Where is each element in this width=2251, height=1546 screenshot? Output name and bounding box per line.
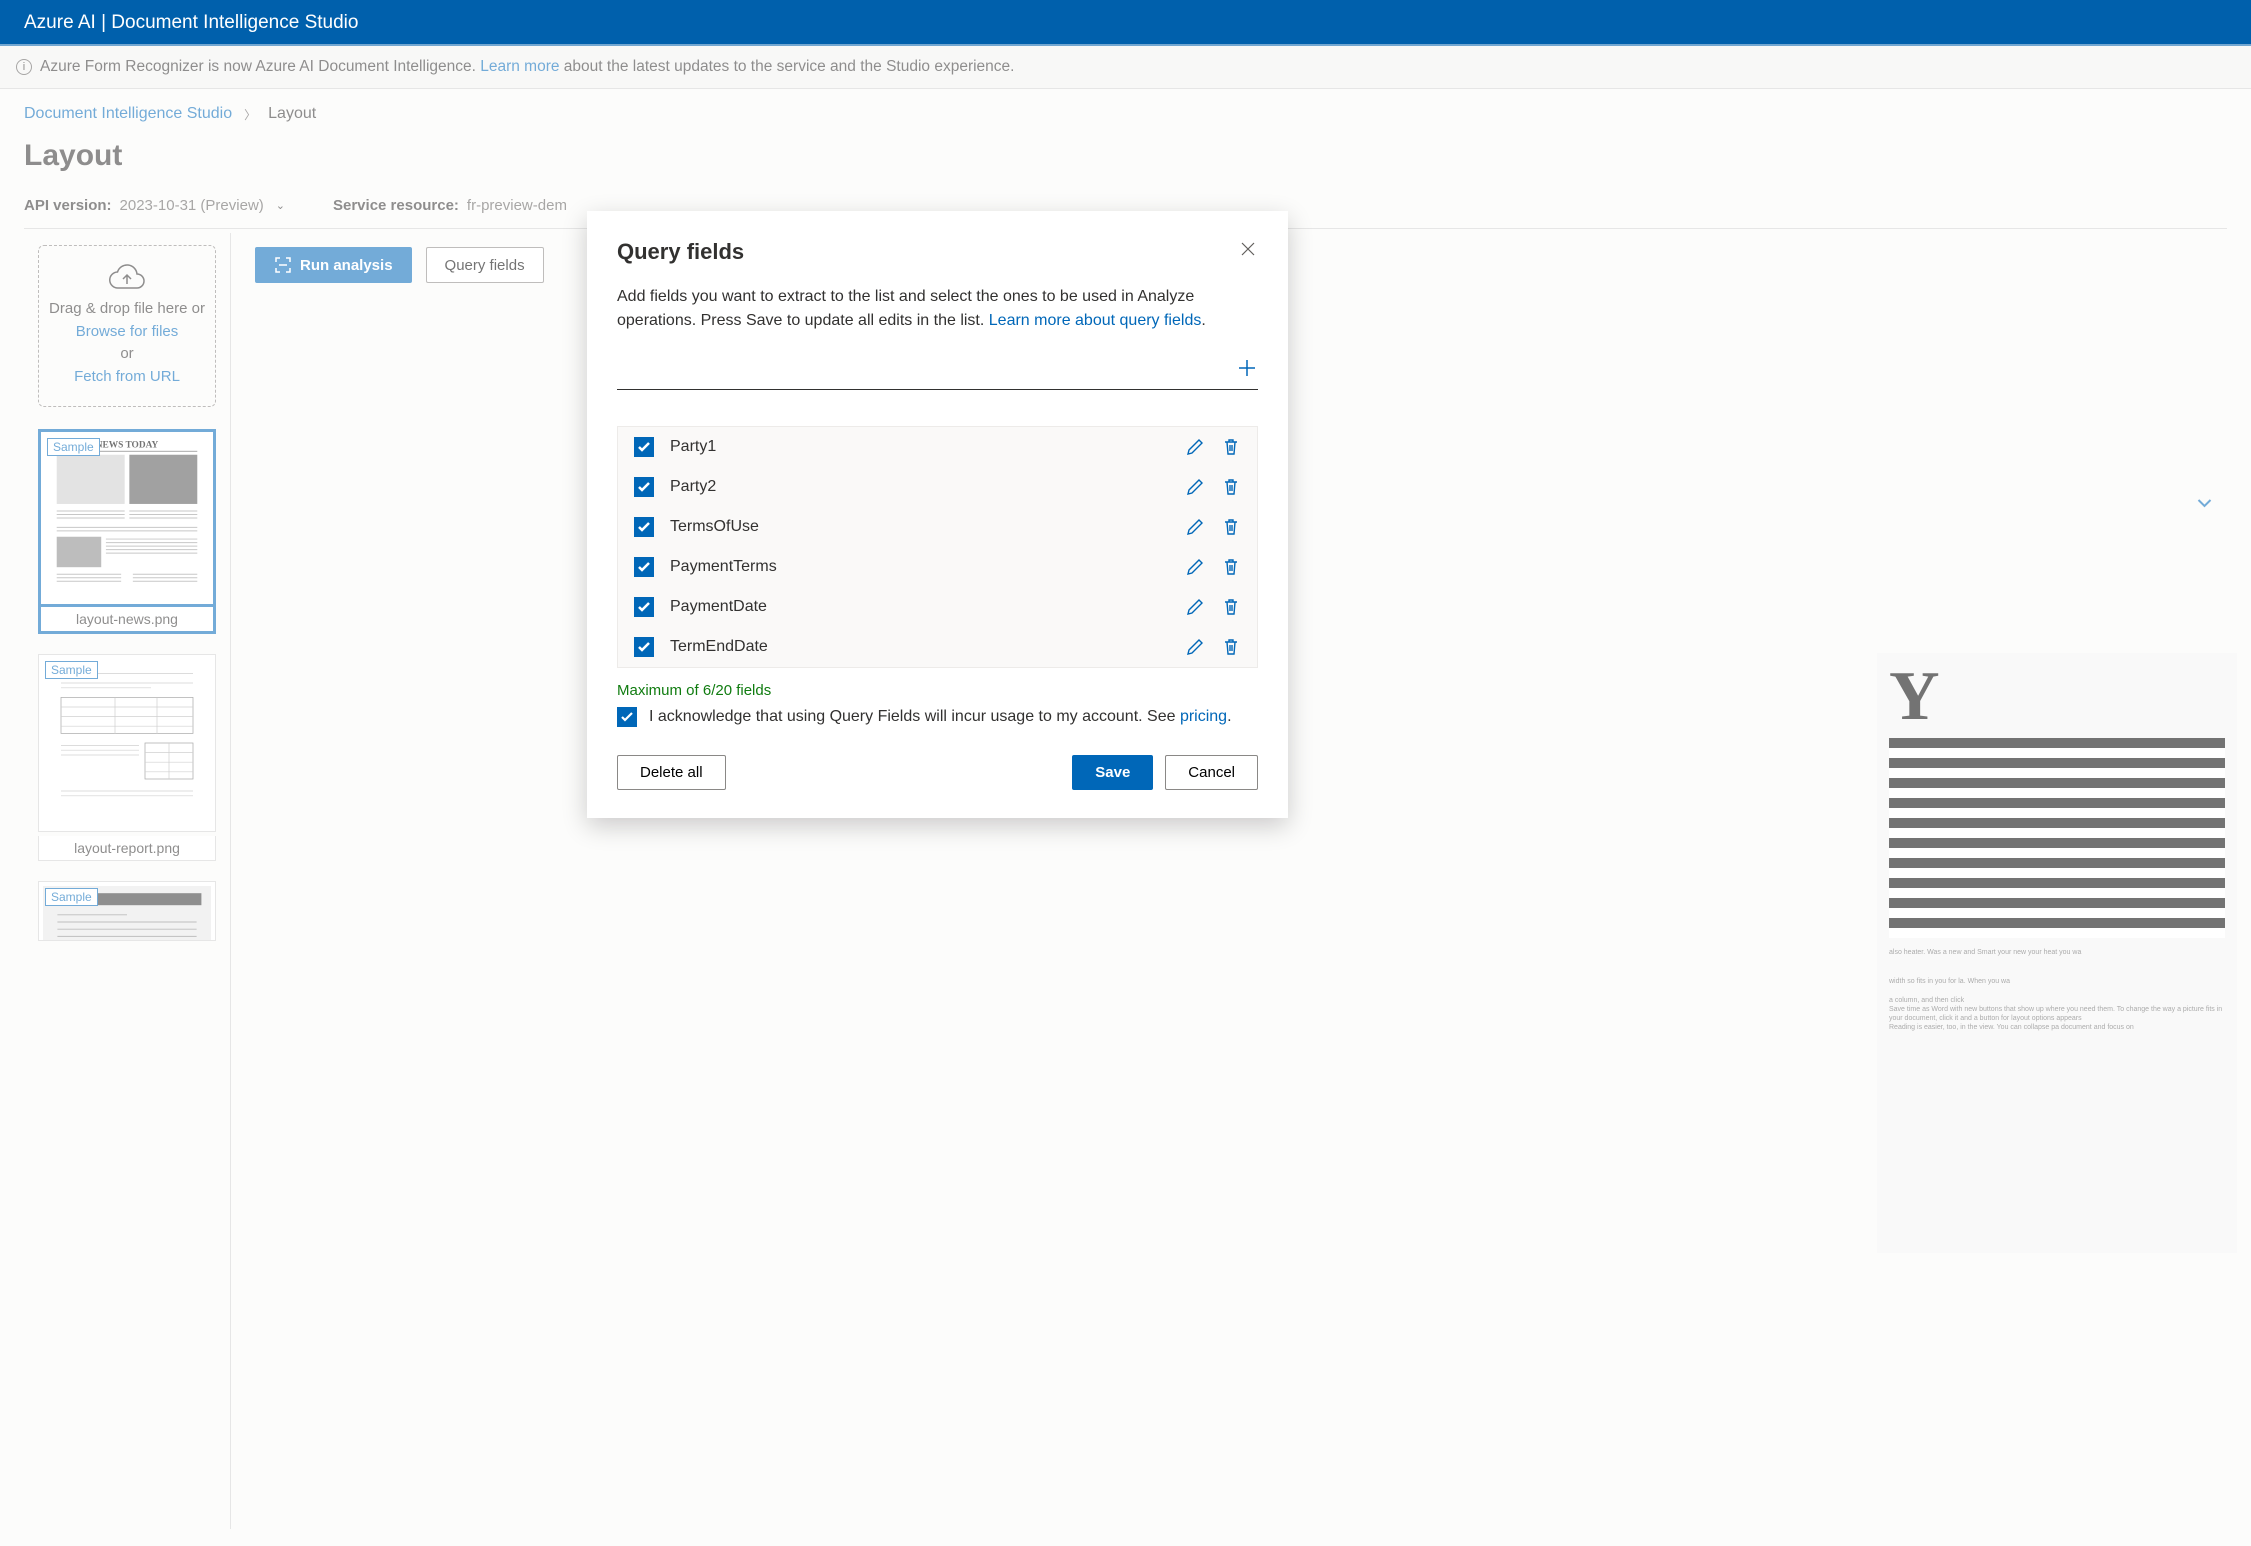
add-field-row	[617, 353, 1258, 390]
delete-icon[interactable]	[1221, 517, 1241, 537]
modal-description: Add fields you want to extract to the li…	[617, 285, 1258, 333]
edit-icon[interactable]	[1185, 597, 1205, 617]
field-checkbox[interactable]	[634, 557, 654, 577]
query-fields-modal: Query fields Add fields you want to extr…	[587, 211, 1288, 818]
edit-icon[interactable]	[1185, 517, 1205, 537]
field-name-label: TermsOfUse	[670, 518, 1169, 536]
close-icon[interactable]	[1238, 239, 1258, 259]
delete-icon[interactable]	[1221, 557, 1241, 577]
field-name-label: Party1	[670, 438, 1169, 456]
field-row: PaymentDate	[618, 587, 1257, 627]
field-checkbox[interactable]	[634, 597, 654, 617]
pricing-link[interactable]: pricing	[1180, 708, 1227, 725]
field-name-label: Party2	[670, 478, 1169, 496]
field-checkbox[interactable]	[634, 517, 654, 537]
cancel-button[interactable]: Cancel	[1165, 755, 1258, 790]
app-header: Azure AI | Document Intelligence Studio	[0, 0, 2251, 46]
field-row: TermsOfUse	[618, 507, 1257, 547]
delete-icon[interactable]	[1221, 597, 1241, 617]
field-name-label: PaymentDate	[670, 598, 1169, 616]
field-row: Party1	[618, 427, 1257, 467]
save-button[interactable]: Save	[1072, 755, 1153, 790]
max-fields-label: Maximum of 6/20 fields	[617, 682, 1258, 699]
modal-footer: Delete all Save Cancel	[617, 755, 1258, 790]
field-name-label: PaymentTerms	[670, 558, 1169, 576]
delete-icon[interactable]	[1221, 437, 1241, 457]
edit-icon[interactable]	[1185, 637, 1205, 657]
edit-icon[interactable]	[1185, 437, 1205, 457]
acknowledge-row: I acknowledge that using Query Fields wi…	[617, 707, 1258, 727]
plus-icon[interactable]	[1236, 357, 1258, 379]
field-list: Party1 Party2 TermsOfUse P	[617, 426, 1258, 668]
field-row: Party2	[618, 467, 1257, 507]
field-checkbox[interactable]	[634, 637, 654, 657]
delete-all-button[interactable]: Delete all	[617, 755, 726, 790]
learn-more-link[interactable]: Learn more about query fields	[989, 312, 1202, 329]
edit-icon[interactable]	[1185, 557, 1205, 577]
field-row: TermEndDate	[618, 627, 1257, 667]
modal-title: Query fields	[617, 239, 744, 265]
edit-icon[interactable]	[1185, 477, 1205, 497]
field-checkbox[interactable]	[634, 437, 654, 457]
app-title: Azure AI | Document Intelligence Studio	[24, 12, 358, 33]
delete-icon[interactable]	[1221, 637, 1241, 657]
field-row: PaymentTerms	[618, 547, 1257, 587]
delete-icon[interactable]	[1221, 477, 1241, 497]
field-name-label: TermEndDate	[670, 638, 1169, 656]
acknowledge-checkbox[interactable]	[617, 707, 637, 727]
add-field-input[interactable]	[617, 353, 1236, 383]
field-checkbox[interactable]	[634, 477, 654, 497]
